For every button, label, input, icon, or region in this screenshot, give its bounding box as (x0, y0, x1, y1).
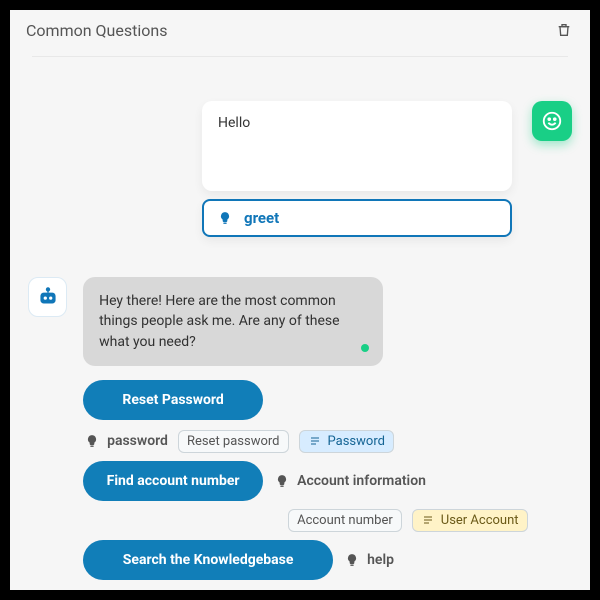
user-row: Hello greet (28, 101, 572, 237)
quick-reply-button[interactable]: Find account number (83, 461, 263, 501)
quick-reply-meta: password Reset password Password (83, 430, 394, 453)
quick-reply-button[interactable]: Search the Knowledgebase (83, 540, 333, 580)
quick-reply-meta: Account information (273, 472, 426, 490)
intent-label: greet (244, 209, 279, 227)
entity-value-chip[interactable]: Account number (288, 509, 402, 532)
quick-reply-row: Reset Password password Reset password P… (83, 380, 572, 453)
quick-reply-button[interactable]: Reset Password (83, 380, 263, 420)
status-dot-icon (361, 344, 369, 352)
lightbulb-icon (216, 209, 234, 227)
entity-type-label: User Account (441, 513, 519, 528)
entity-value-chip[interactable]: Reset password (178, 430, 289, 453)
entity-type-label: Password (328, 434, 385, 449)
lightbulb-icon (343, 551, 361, 569)
user-avatar (532, 101, 572, 141)
quick-reply-meta: help (343, 551, 394, 569)
intent-tag[interactable]: password (83, 432, 168, 450)
quick-reply-row: Search the Knowledgebase help (83, 538, 572, 582)
user-message[interactable]: Hello (202, 101, 512, 191)
user-column: Hello greet (202, 101, 512, 237)
bot-message-text: Hey there! Here are the most common thin… (99, 293, 339, 350)
quick-reply-row: Find account number Account information (83, 459, 572, 503)
panel-title: Common Questions (26, 21, 167, 40)
bot-column: Hey there! Here are the most common thin… (83, 277, 572, 590)
smiley-icon (541, 110, 563, 132)
entity-icon (308, 435, 322, 447)
robot-icon (35, 284, 61, 310)
bot-avatar (28, 277, 67, 317)
intent-name: password (107, 433, 168, 449)
trash-icon (556, 21, 572, 39)
bot-row: Hey there! Here are the most common thin… (28, 277, 572, 590)
intent-pill[interactable]: greet (202, 199, 512, 237)
quick-replies: Reset Password password Reset password P… (83, 380, 572, 582)
lightbulb-icon (83, 432, 101, 450)
conversation: Hello greet (10, 57, 590, 590)
entity-type-chip[interactable]: Password (299, 430, 394, 453)
delete-button[interactable] (554, 20, 574, 40)
intent-name: help (367, 552, 394, 568)
intent-tag[interactable]: help (343, 551, 394, 569)
lightbulb-icon (273, 472, 291, 490)
quick-reply-subrow: Account number User Account (83, 509, 572, 532)
entity-type-chip[interactable]: User Account (412, 509, 528, 532)
intent-name: Account information (297, 473, 426, 489)
entity-icon (421, 514, 435, 526)
panel: Common Questions Hello greet (10, 10, 590, 590)
bot-message[interactable]: Hey there! Here are the most common thin… (83, 277, 383, 366)
panel-header: Common Questions (10, 10, 590, 44)
intent-tag[interactable]: Account information (273, 472, 426, 490)
